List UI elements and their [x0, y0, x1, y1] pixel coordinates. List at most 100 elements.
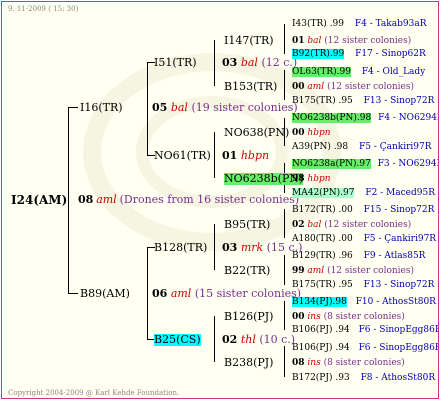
root-info: 08 aml (Drones from 16 sister colonies) — [78, 194, 299, 207]
l3-code-7: ins — [307, 358, 321, 368]
l3-year-2: 00 — [292, 128, 305, 138]
root-year: 08 — [78, 193, 94, 206]
l4-pct-2: .99 — [336, 67, 351, 77]
l1-note-1: (15 sister colonies) — [194, 287, 302, 300]
l1-code-0: bal — [170, 101, 188, 114]
l4-pct-11: .95 — [338, 280, 353, 290]
l2-id-3: B25(CS) — [154, 333, 201, 346]
l3-id-1: B153(TR) — [224, 80, 278, 93]
l2-note-3: (10 c.) — [259, 333, 296, 346]
l3-code-0: bal — [307, 36, 322, 46]
l4-ref-0: F4 - Takab93aR — [354, 19, 427, 29]
l4-row-9: A180(TR) .00 F5 - Çankiri97R — [292, 233, 436, 245]
l4-ref-1: F17 - Sinop62R — [355, 49, 426, 59]
l2-id-1: NO61(TR) — [154, 149, 211, 162]
l2-info-3: 02 thl (10 c.) — [222, 334, 295, 346]
l1-info-1: 06 aml (15 sister colonies) — [152, 288, 301, 300]
l4-ref-2: F4 - Old_Lady — [361, 67, 426, 77]
root-id: I24(AM) — [11, 193, 68, 207]
l3-code-3: hbpn — [307, 174, 331, 184]
l4-id-9: A180(TR) — [292, 234, 336, 244]
root-note: (Drones from 16 sister colonies) — [119, 193, 300, 206]
l3-year-5: 99 — [292, 266, 305, 276]
l4-row-12: B134(PJ).98 F10 - AthosSt80R — [292, 296, 436, 308]
l4-row-15: B172(PJ) .93 F8 - AthosSt80R — [292, 372, 435, 384]
l3-note-6: (8 sister colonies) — [323, 312, 405, 322]
l3-id-5: B22(TR) — [224, 264, 271, 277]
pedigree-frame: 9. 11-2009 ( 15: 30) I24(AM) 08 aml (Dro… — [1, 1, 439, 399]
l3-year-4: 02 — [292, 220, 305, 230]
l4-row-10: B129(TR) .96 F9 - Atlas85R — [292, 250, 425, 262]
l1-year-0: 05 — [152, 101, 168, 114]
l3-note-7: (8 sister colonies) — [323, 358, 405, 368]
l2-year-1: 01 — [222, 149, 238, 162]
l3-year-3: 98 — [292, 174, 305, 184]
l3-year-1: 00 — [292, 82, 305, 92]
l2-year-3: 02 — [222, 333, 238, 346]
l2-code-3: thl — [240, 333, 256, 346]
l4-row-14: B106(PJ) .94 F6 - SinopEgg86R — [292, 342, 438, 354]
l2-code-0: bal — [240, 56, 258, 69]
l1-info-0: 05 bal (19 sister colonies) — [152, 102, 298, 114]
l4-ref-5: F5 - Çankiri97R — [358, 142, 432, 152]
l2-code-1: hbpn — [240, 149, 270, 162]
l4-row-7: MA42(PN).97 F2 - Maced95R — [292, 187, 435, 199]
l3-code-6: ins — [307, 312, 321, 322]
l3-info-4: 02 bal (12 sister colonies) — [292, 219, 411, 231]
root-code: aml — [96, 193, 117, 206]
l4-row-1: B92(TR).99 F17 - Sinop62R — [292, 48, 426, 60]
l4-id-3: B175(TR) — [292, 96, 336, 106]
l4-pct-5: .98 — [333, 142, 349, 152]
l3-note-0: (12 sister colonies) — [324, 36, 412, 46]
l4-ref-4: F4 - NO6294R — [378, 113, 439, 123]
l2-info-1: 01 hbpn — [222, 150, 269, 162]
l4-ref-9: F5 - Çankiri97R — [363, 234, 437, 244]
l2-code-2: mrk — [240, 241, 264, 254]
l4-ref-7: F2 - Maced95R — [365, 188, 435, 198]
l4-row-0: I43(TR) .99 F4 - Takab93aR — [292, 18, 426, 30]
l4-id-10: B129(TR) — [292, 251, 336, 261]
l4-row-3: B175(TR) .95 F13 - Sinop72R — [292, 95, 434, 107]
l4-pct-7: .97 — [340, 188, 355, 198]
l4-id-0: I43(TR) — [292, 19, 327, 29]
l4-id-5: A39(PN) — [292, 142, 331, 152]
l3-info-6: 00 ins (8 sister colonies) — [292, 311, 405, 323]
l3-id-6: B126(PJ) — [224, 310, 274, 323]
l3-code-4: bal — [307, 220, 322, 230]
l4-pct-13: .94 — [335, 325, 350, 335]
l4-pct-15: .93 — [335, 373, 350, 383]
l4-row-11: B175(TR) .95 F13 - Sinop72R — [292, 279, 434, 291]
l4-pct-14: .94 — [335, 343, 350, 353]
l3-note-5: (12 sister colonies) — [327, 266, 414, 276]
l3-info-0: 01 bal (12 sister colonies) — [292, 35, 411, 47]
l4-id-7: MA42(PN) — [292, 188, 341, 198]
l3-info-5: 99 aml (12 sister colonies) — [292, 265, 414, 277]
l4-id-4: NO6238b(PN) — [292, 113, 357, 123]
l3-year-6: 00 — [292, 312, 305, 322]
l4-pct-12: .98 — [332, 297, 347, 307]
l4-id-13: B106(PJ) — [292, 325, 333, 335]
l4-row-6: NO6238a(PN).97 F3 - NO6294R — [292, 158, 438, 170]
l3-id-7: B238(PJ) — [224, 356, 274, 369]
l4-ref-12: F10 - AthosSt80R — [355, 297, 436, 307]
l3-id-0: I147(TR) — [224, 34, 274, 47]
l3-id-4: B95(TR) — [224, 218, 271, 231]
l4-id-14: B106(PJ) — [292, 343, 333, 353]
l2-id-0: I51(TR) — [154, 56, 197, 69]
l1-id-0: I16(TR) — [80, 101, 123, 114]
l3-info-7: 08 ins (8 sister colonies) — [292, 357, 405, 369]
l3-info-1: 00 aml (12 sister colonies) — [292, 81, 414, 93]
l4-ref-15: F8 - AthosSt80R — [360, 373, 436, 383]
l4-pct-4: .98 — [356, 113, 372, 123]
l1-code-1: aml — [170, 287, 192, 300]
l4-pct-8: .00 — [338, 205, 353, 215]
l3-note-4: (12 sister colonies) — [324, 220, 412, 230]
l4-id-2: OL63(TR) — [292, 67, 337, 77]
l4-id-8: B172(TR) — [292, 205, 336, 215]
l4-row-8: B172(TR) .00 F15 - Sinop72R — [292, 204, 434, 216]
l4-pct-9: .00 — [338, 234, 353, 244]
l4-pct-6: .97 — [356, 159, 371, 169]
l4-row-5: A39(PN) .98 F5 - Çankiri97R — [292, 141, 432, 153]
l3-note-1: (12 sister colonies) — [327, 82, 414, 92]
l4-pct-3: .95 — [338, 96, 353, 106]
